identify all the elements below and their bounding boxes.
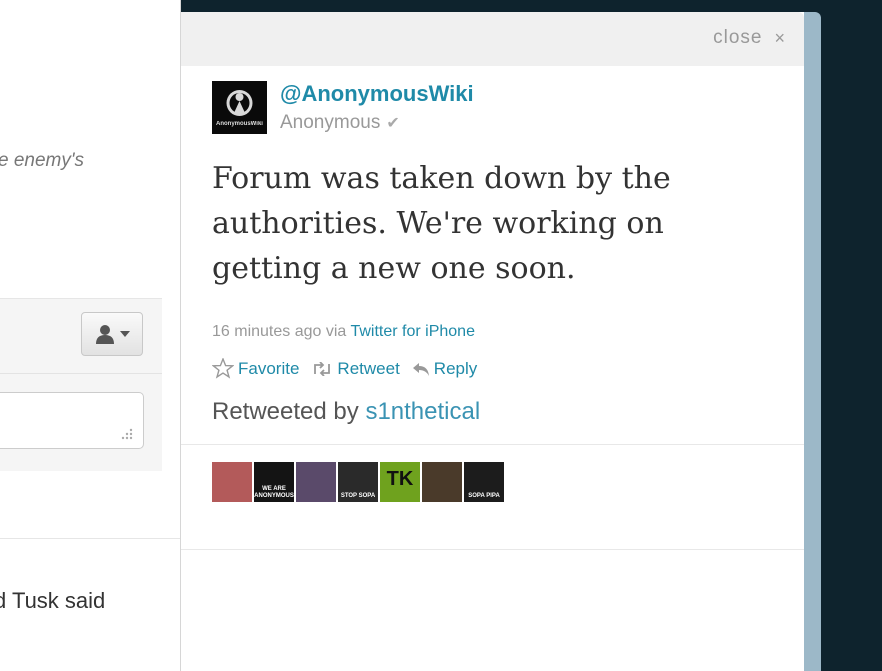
retweeter-avatar[interactable] bbox=[212, 462, 252, 502]
display-name: Anonymous ✔ bbox=[280, 112, 400, 134]
reply-icon bbox=[412, 362, 429, 376]
checkmark-icon: ✔ bbox=[386, 115, 400, 132]
background-page: e enemy's d Tusk said bbox=[0, 0, 181, 671]
resize-grip-icon[interactable] bbox=[121, 428, 133, 440]
retweet-icon bbox=[314, 361, 331, 376]
retweeter-avatar-label: STOP SOPA bbox=[340, 493, 376, 499]
background-text-snippet: d Tusk said bbox=[0, 588, 106, 613]
retweeter-avatar[interactable]: TK bbox=[380, 462, 420, 502]
timestamp-link[interactable]: 16 minutes ago bbox=[212, 323, 321, 340]
tweet-meta: 16 minutes ago via Twitter for iPhone bbox=[212, 323, 475, 341]
retweet-button[interactable]: Retweet bbox=[311, 358, 400, 379]
retweeter-avatar-label: WE ARE ANONYMOUS bbox=[254, 486, 294, 499]
dialog-edge bbox=[804, 12, 821, 671]
tweet-actions: Favorite Retweet Reply bbox=[212, 358, 477, 379]
via-label: via bbox=[325, 323, 347, 340]
favorite-button[interactable]: Favorite bbox=[212, 358, 299, 379]
divider bbox=[181, 549, 804, 550]
retweeted-by-label: Retweeted by bbox=[212, 398, 359, 425]
divider bbox=[181, 444, 804, 445]
favorite-label: Favorite bbox=[238, 358, 300, 378]
close-icon: × bbox=[774, 27, 786, 48]
tweet-detail-dialog: close × AnonymousWiki @AnonymousWiki Ano… bbox=[181, 12, 804, 671]
avatar[interactable]: AnonymousWiki bbox=[212, 81, 267, 134]
retweeter-avatar[interactable] bbox=[422, 462, 462, 502]
source-link[interactable]: Twitter for iPhone bbox=[350, 323, 475, 340]
retweeter-avatar-label: SOPA PIPA bbox=[468, 493, 500, 499]
reply-label: Reply bbox=[433, 358, 478, 378]
divider bbox=[0, 538, 180, 539]
user-menu-button[interactable] bbox=[81, 312, 143, 356]
reply-button[interactable]: Reply bbox=[412, 358, 477, 379]
tweet-text: Forum was taken down by the authorities.… bbox=[212, 161, 671, 286]
divider bbox=[0, 373, 162, 374]
retweet-label: Retweet bbox=[337, 358, 400, 378]
compose-textarea[interactable] bbox=[0, 392, 144, 449]
retweeter-avatar[interactable]: WE ARE ANONYMOUS bbox=[254, 462, 294, 502]
compose-box bbox=[0, 298, 162, 471]
display-name-text: Anonymous bbox=[280, 112, 381, 133]
dialog-header: close × bbox=[181, 12, 804, 66]
retweeter-avatar-label: TK bbox=[386, 468, 414, 490]
star-icon bbox=[212, 358, 234, 379]
retweeter-avatar[interactable]: SOPA PIPA bbox=[464, 462, 504, 502]
retweeter-avatar[interactable]: STOP SOPA bbox=[338, 462, 378, 502]
retweeted-by: Retweeted by s1nthetical bbox=[212, 398, 480, 426]
close-button[interactable]: close × bbox=[713, 27, 786, 49]
background-text-snippet: e enemy's bbox=[0, 150, 85, 171]
screen-name-link[interactable]: @AnonymousWiki bbox=[280, 81, 474, 107]
retweeter-avatar[interactable] bbox=[296, 462, 336, 502]
retweeter-avatars: WE ARE ANONYMOUS STOP SOPA TK SOPA PIPA bbox=[212, 462, 504, 502]
retweeted-by-user-link[interactable]: s1nthetical bbox=[365, 398, 480, 425]
close-label: close bbox=[713, 27, 763, 48]
caret-down-icon bbox=[120, 331, 130, 337]
avatar-caption: AnonymousWiki bbox=[216, 121, 263, 127]
user-icon bbox=[96, 325, 114, 344]
